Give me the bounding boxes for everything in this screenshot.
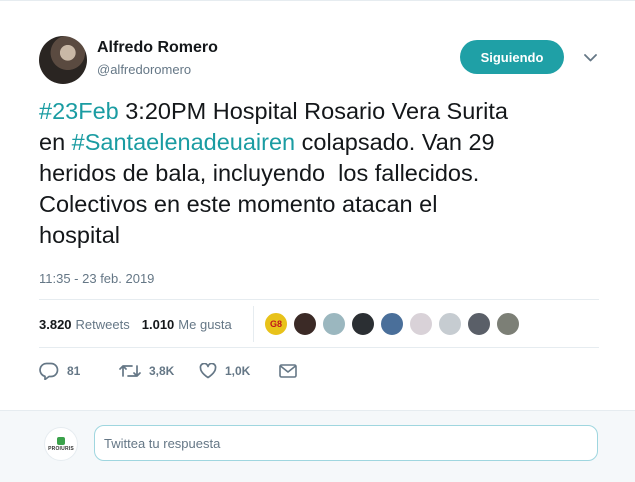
likes-label: Me gusta — [178, 316, 232, 332]
author-name[interactable]: Alfredo Romero — [97, 39, 218, 57]
retweet-count: 3,8K — [149, 364, 175, 378]
hashtag-link[interactable]: #Santaelenadeuairen — [72, 129, 295, 155]
liker-avatar-2[interactable] — [293, 312, 317, 336]
chevron-down-icon[interactable] — [582, 51, 598, 65]
retweets-stat[interactable]: 3.820 Retweets — [39, 317, 130, 332]
liker-avatar-8[interactable] — [467, 312, 491, 336]
hashtag-link[interactable]: #23Feb — [39, 98, 119, 124]
following-button[interactable]: Siguiendo — [460, 40, 564, 74]
liker-avatars: G8 — [264, 312, 525, 336]
reply-count: 81 — [67, 364, 81, 378]
author-avatar[interactable] — [39, 36, 87, 84]
divider — [39, 347, 599, 348]
liker-avatar-1[interactable]: G8 — [264, 312, 288, 336]
envelope-icon — [279, 364, 297, 378]
like-button[interactable]: 1,0K — [199, 363, 279, 379]
retweets-label: Retweets — [75, 316, 130, 332]
liker-avatar-5[interactable] — [380, 312, 404, 336]
tweet-timestamp[interactable]: 11:35 - 23 feb. 2019 — [39, 271, 154, 286]
retweet-button[interactable]: 3,8K — [119, 363, 199, 379]
retweets-count: 3.820 — [39, 316, 72, 332]
likes-count: 1.010 — [141, 316, 175, 332]
logo-icon — [57, 436, 65, 445]
avatar-logo-text: PROIURIS — [48, 445, 74, 452]
user-avatar[interactable]: PROIURIS — [44, 427, 78, 461]
like-count: 1,0K — [225, 364, 251, 378]
liker-avatar-4[interactable] — [351, 312, 375, 336]
reply-button[interactable]: 81 — [39, 362, 119, 380]
retweet-icon — [119, 365, 141, 377]
author-handle[interactable]: @alfredoromero — [97, 62, 191, 77]
tweet-actions: 81 3,8K 1,0K — [39, 361, 309, 381]
direct-message-button[interactable] — [279, 364, 309, 378]
liker-avatar-9[interactable] — [496, 312, 520, 336]
reply-icon — [39, 362, 59, 380]
liker-avatar-6[interactable] — [409, 312, 433, 336]
tweet-text: #23Feb 3:20PM Hospital Rosario Vera Suri… — [39, 96, 599, 251]
divider — [253, 306, 254, 342]
tweet-card: Alfredo Romero @alfredoromero Siguiendo … — [0, 0, 635, 482]
engagement-stats: 3.820 Retweets 1.010 Me gusta — [39, 314, 244, 334]
reply-input[interactable]: Twittea tu respuesta — [94, 425, 598, 461]
heart-icon — [199, 363, 217, 379]
divider — [39, 299, 599, 300]
liker-avatar-3[interactable] — [322, 312, 346, 336]
liker-avatar-7[interactable] — [438, 312, 462, 336]
likes-stat[interactable]: 1.010 Me gusta — [142, 317, 232, 332]
